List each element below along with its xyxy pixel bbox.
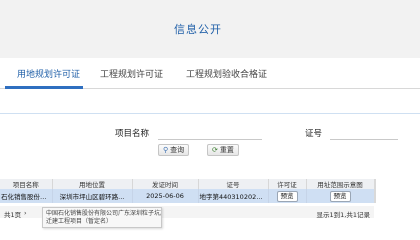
cell-cert-no: 地字第4403102025Y... [198, 189, 269, 203]
pager-next-button[interactable]: › [24, 209, 27, 217]
project-name-input[interactable] [158, 128, 262, 140]
table-header-row: 项目名称 用地位置 发证时间 证号 许可证 用址范围示意图 [0, 179, 375, 189]
column-header[interactable]: 项目名称 [0, 179, 53, 189]
cell-map: 预览 [306, 189, 375, 203]
cell-issue-date: 2025-06-06 [132, 189, 199, 203]
column-header[interactable]: 证号 [198, 179, 269, 189]
query-button-label: 查询 [170, 146, 185, 154]
column-header[interactable]: 用地位置 [52, 179, 133, 189]
tab-acceptance-certificate[interactable]: 工程规划验收合格证 [186, 67, 267, 80]
reset-button[interactable]: ⟳ 重置 [207, 144, 239, 156]
cell-tooltip: 中国石化销售股份有限公司广东深圳粒子坑加油站 迁建工程项目（暂定名） [42, 207, 162, 228]
cert-no-label: 证号 [305, 129, 323, 139]
pager-total-pages: 共1页 [4, 211, 22, 219]
permit-preview-button[interactable]: 预览 [276, 190, 298, 202]
tooltip-line-2: 迁建工程项目（暂定名） [46, 218, 113, 225]
reset-button-label: 重置 [219, 146, 234, 154]
tab-bar: 用地规划许可证 工程规划许可证 工程规划验收合格证 [0, 58, 420, 89]
pager-record-info: 显示1到1,共1记录 [316, 211, 370, 219]
cert-no-input[interactable] [330, 128, 398, 140]
column-header[interactable]: 发证时间 [132, 179, 199, 189]
cell-project-name: 石化销售股份有... [0, 189, 53, 203]
cell-location: 深圳市坪山区碧环路... [52, 189, 133, 203]
filter-divider [0, 113, 420, 114]
table-row[interactable]: 石化销售股份有... 深圳市坪山区碧环路... 2025-06-06 地字第44… [0, 189, 375, 203]
column-header[interactable]: 用址范围示意图 [306, 179, 375, 189]
tab-construction-permit[interactable]: 工程规划许可证 [100, 67, 163, 80]
page-title: 信息公开 [174, 23, 222, 36]
results-table: 项目名称 用地位置 发证时间 证号 许可证 用址范围示意图 石化销售股份有...… [0, 179, 375, 203]
query-button[interactable]: ⚲ 查询 [158, 144, 190, 156]
table-scrollbar[interactable] [374, 179, 376, 203]
tooltip-line-1: 中国石化销售股份有限公司广东深圳粒子坑加油站 [46, 210, 161, 217]
tab-land-use-permit[interactable]: 用地规划许可证 [17, 67, 80, 80]
map-preview-button[interactable]: 预览 [329, 190, 351, 202]
reset-icon: ⟳ [212, 146, 218, 154]
column-header[interactable]: 许可证 [268, 179, 307, 189]
cell-permit: 预览 [268, 189, 307, 203]
project-name-label: 项目名称 [115, 129, 150, 139]
search-icon: ⚲ [163, 146, 169, 154]
